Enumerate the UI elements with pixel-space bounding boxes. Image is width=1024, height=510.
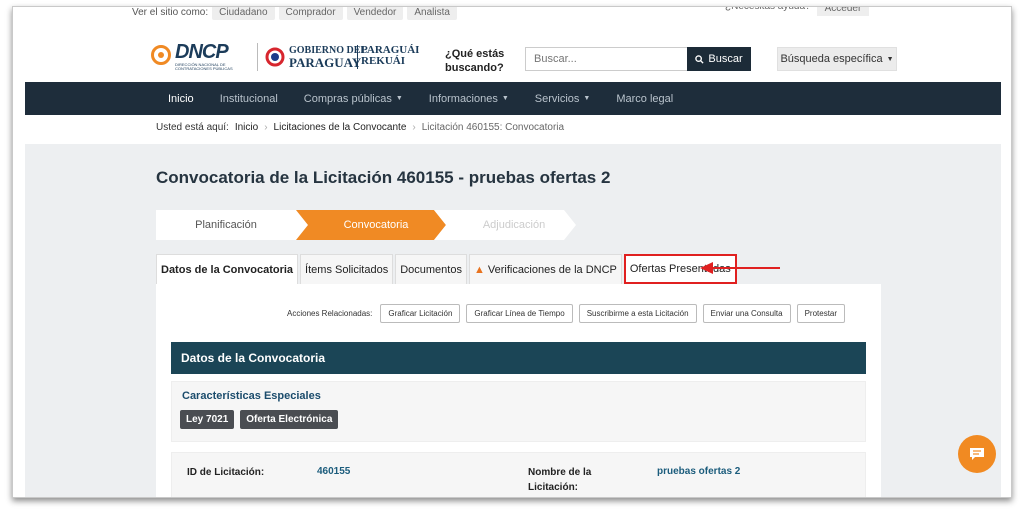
name-label-line-2: Licitación: (528, 482, 579, 493)
protestar-button[interactable]: Protestar (796, 304, 846, 323)
caret-down-icon: ▼ (886, 55, 894, 63)
gobierno-emblem-icon (265, 47, 285, 67)
utility-bar: Ver el sitio como: Ciudadano Comprador V… (25, 7, 1001, 27)
related-actions: Acciones Relacionadas: Graficar Licitaci… (287, 304, 846, 323)
main-nav: Inicio Institucional Compras públicas ▼ I… (25, 82, 1001, 115)
tab-items-solicitados[interactable]: Ítems Solicitados (300, 254, 394, 284)
login-button[interactable]: Acceder (816, 7, 870, 16)
nav-item-compras[interactable]: Compras públicas ▼ (304, 93, 403, 105)
caracteristicas-title: Características Especiales (182, 390, 321, 402)
badge-list: Ley 7021 Oferta Electrónica (180, 410, 339, 429)
gobierno-guarani-text: PARAGUÁI REKUÁI (361, 45, 419, 67)
step-convocatoria[interactable]: Convocatoria (306, 210, 446, 240)
nav-item-marco-legal[interactable]: Marco legal (616, 93, 673, 105)
advanced-search-label: Búsqueda específica (780, 53, 883, 65)
tab-label: Ítems Solicitados (305, 263, 389, 276)
dncp-logo-icon (151, 45, 171, 65)
breadcrumb-separator: › (264, 122, 268, 133)
breadcrumb-item-inicio[interactable]: Inicio (235, 122, 258, 133)
tab-documentos[interactable]: Documentos (395, 254, 467, 284)
licitacion-info: ID de Licitación: 460155 Nombre de la Li… (171, 452, 866, 497)
caret-down-icon: ▼ (501, 95, 509, 102)
nav-item-informaciones[interactable]: Informaciones ▼ (429, 93, 509, 105)
breadcrumb-separator: › (412, 122, 416, 133)
nav-item-institucional[interactable]: Institucional (220, 93, 278, 105)
badge-oferta-electronica: Oferta Electrónica (240, 410, 339, 429)
tab-label: Verificaciones de la DNCP (487, 263, 617, 276)
name-label: Nombre de la Licitación: (528, 465, 591, 495)
search-input[interactable] (525, 47, 687, 71)
screenshot-frame: Ver el sitio como: Ciudadano Comprador V… (12, 6, 1012, 498)
section-header: Datos de la Convocatoria (171, 342, 866, 374)
nav-label: Inicio (168, 92, 194, 105)
tab-panel: Acciones Relacionadas: Graficar Licitaci… (156, 284, 881, 497)
name-label-line-1: Nombre de la (528, 467, 592, 478)
gobierno-logo[interactable]: GOBIERNO DEL PARAGUAY PARAGUÁI REKUÁI (265, 45, 425, 73)
chat-icon (970, 448, 984, 460)
breadcrumb-item-current: Licitación 460155: Convocatoria (421, 122, 565, 133)
step-planificacion[interactable]: Planificación (156, 210, 296, 240)
search-button-label: Buscar (708, 53, 743, 65)
dncp-logo-subtitle: DIRECCIÓN NACIONAL DE CONTRATACIONES PÚB… (175, 62, 233, 71)
role-analista-button[interactable]: Analista (407, 7, 457, 20)
badge-ley: Ley 7021 (180, 410, 235, 429)
graficar-licitacion-button[interactable]: Graficar Licitación (380, 304, 461, 323)
nav-item-servicios[interactable]: Servicios ▼ (535, 93, 591, 105)
help-link[interactable]: ¿Necesitas ayuda? (725, 7, 811, 16)
breadcrumb-item-licitaciones[interactable]: Licitaciones de la Convocante (274, 122, 407, 133)
caret-down-icon: ▼ (583, 95, 591, 102)
tab-datos-convocatoria[interactable]: Datos de la Convocatoria (156, 254, 299, 284)
role-ciudadano-button[interactable]: Ciudadano (212, 7, 275, 20)
breadcrumb-prefix: Usted está aquí: (156, 122, 229, 133)
nav-label: Compras públicas (303, 92, 392, 105)
suscribirme-button[interactable]: Suscribirme a esta Licitación (578, 304, 697, 323)
role-vendedor-button[interactable]: Vendedor (346, 7, 404, 20)
related-actions-label: Acciones Relacionadas: (287, 309, 373, 318)
nav-label: Informaciones (428, 92, 498, 105)
nav-label: Servicios (534, 92, 580, 105)
nav-item-inicio[interactable]: Inicio (168, 93, 194, 105)
tab-bar: Datos de la Convocatoria Ítems Solicitad… (156, 254, 739, 284)
gobierno-line-2: PARAGUAY (289, 55, 362, 70)
tab-label: Datos de la Convocatoria (161, 263, 294, 276)
guarani-line-2: REKUÁI (361, 55, 406, 67)
graficar-linea-tiempo-button[interactable]: Graficar Línea de Tiempo (466, 304, 573, 323)
tab-label: Documentos (400, 263, 462, 276)
id-label: ID de Licitación: (187, 467, 265, 478)
step-adjudicacion: Adjudicación (482, 219, 546, 231)
nav-label: Institucional (219, 92, 278, 105)
search-button[interactable]: Buscar (687, 47, 751, 71)
caret-down-icon: ▼ (395, 95, 403, 102)
site-header: DNCP DIRECCIÓN NACIONAL DE CONTRATACIONE… (25, 35, 1001, 85)
breadcrumb: Usted está aquí: Inicio › Licitaciones d… (156, 122, 564, 133)
main-content: Convocatoria de la Licitación 460155 - p… (25, 144, 1001, 497)
advanced-search-dropdown[interactable]: Búsqueda específica ▼ (777, 47, 897, 71)
search-icon (695, 54, 704, 64)
enviar-consulta-button[interactable]: Enviar una Consulta (702, 304, 791, 323)
dncp-logo-text: DNCP (175, 41, 229, 63)
chat-button[interactable] (958, 435, 996, 473)
search-question: ¿Qué estás buscando? (445, 48, 505, 74)
dncp-logo[interactable]: DNCP DIRECCIÓN NACIONAL DE CONTRATACIONE… (151, 41, 251, 73)
page-title: Convocatoria de la Licitación 460155 - p… (156, 168, 611, 187)
gobierno-divider (357, 45, 358, 69)
name-value[interactable]: pruebas ofertas 2 (657, 466, 740, 477)
tab-verificaciones[interactable]: ▲ Verificaciones de la DNCP (468, 254, 622, 284)
warning-icon: ▲ (473, 263, 485, 276)
highlight-arrow-icon (700, 262, 780, 274)
id-value[interactable]: 460155 (317, 466, 350, 477)
logo-divider (257, 43, 258, 71)
role-comprador-button[interactable]: Comprador (278, 7, 343, 20)
page: Ver el sitio como: Ciudadano Comprador V… (25, 7, 1001, 497)
nav-label: Marco legal (616, 92, 674, 105)
caracteristicas-box: Características Especiales Ley 7021 Ofer… (171, 381, 866, 442)
view-as-label: Ver el sitio como: (132, 7, 209, 18)
